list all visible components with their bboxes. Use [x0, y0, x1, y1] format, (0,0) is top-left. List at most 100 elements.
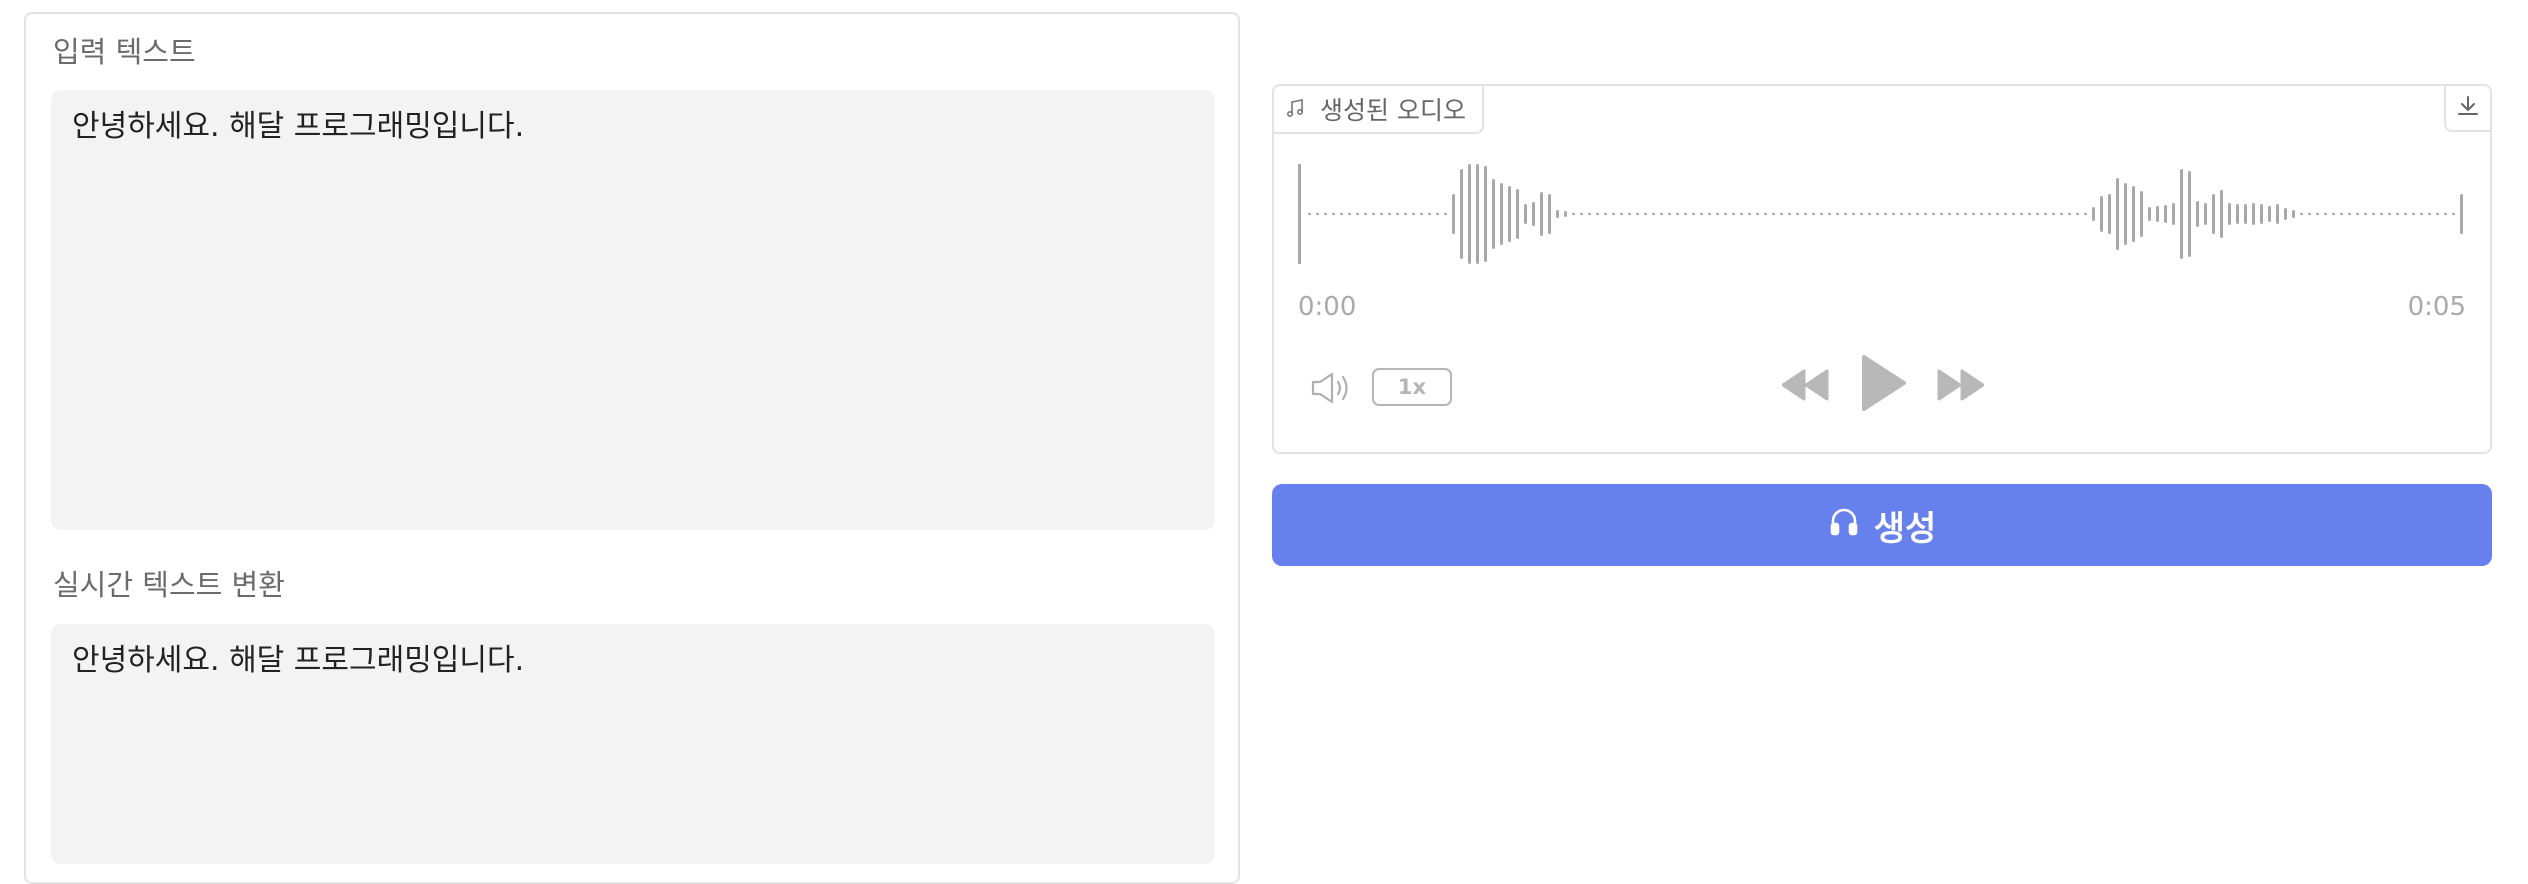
waveform-bar	[1556, 210, 1559, 218]
waveform-bar	[2028, 212, 2031, 216]
fast-forward-icon	[1936, 369, 1985, 406]
waveform-bar	[2364, 212, 2367, 216]
generate-button[interactable]: 생성	[1272, 484, 2492, 566]
waveform-bar	[1516, 189, 1519, 239]
waveform-bar	[1500, 183, 1503, 245]
waveform-bar	[2132, 186, 2135, 242]
waveform-bar	[1948, 212, 1951, 216]
waveform-bar	[2396, 212, 2399, 216]
waveform-bar	[1524, 204, 1527, 224]
waveform-bar	[2052, 212, 2055, 216]
volume-icon	[1310, 372, 1354, 410]
waveform-bar	[1636, 212, 1639, 216]
waveform-bar	[2156, 206, 2159, 222]
waveform-bar	[2460, 194, 2463, 234]
waveform-bar	[2012, 212, 2015, 216]
waveform-bar	[1308, 212, 1311, 216]
waveform-bar	[1860, 212, 1863, 216]
fast-forward-button[interactable]	[1936, 368, 1985, 406]
waveform-bar	[1820, 212, 1823, 216]
waveform-bar	[1436, 212, 1439, 216]
waveform-bar	[1412, 212, 1415, 216]
waveform-bar	[1620, 212, 1623, 216]
waveform-bar	[2452, 212, 2455, 216]
realtime-textarea[interactable]: 안녕하세요. 해달 프로그래밍입니다.	[51, 624, 1215, 864]
waveform-bar	[2068, 212, 2071, 216]
generate-button-label: 생성	[1873, 508, 1937, 549]
download-icon	[2456, 94, 2480, 122]
play-button[interactable]	[1860, 354, 1908, 416]
playback-speed-button[interactable]: 1x	[1372, 368, 1452, 406]
waveform-bar	[2300, 212, 2303, 216]
duration-time: 0:05	[2407, 292, 2466, 322]
waveform-bar	[2332, 212, 2335, 216]
waveform-bar	[1380, 212, 1383, 216]
waveform-bar	[2428, 212, 2431, 216]
waveform-bar	[2236, 204, 2239, 224]
audio-tab-label: 생성된 오디오	[1320, 96, 1466, 125]
audio-tab: 생성된 오디오	[1274, 86, 1484, 134]
waveform-bar	[1492, 179, 1495, 249]
waveform-bar	[1708, 212, 1711, 216]
waveform-bar	[2084, 212, 2087, 216]
waveform-bar	[1724, 212, 1727, 216]
waveform-bar	[2404, 212, 2407, 216]
audio-player: 생성된 오디오 0:00 0:05 1x	[1272, 84, 2492, 454]
waveform-bar	[2108, 194, 2111, 234]
waveform-bar	[2044, 212, 2047, 216]
waveform-bar	[1348, 212, 1351, 216]
waveform-bar	[2020, 212, 2023, 216]
waveform-bar	[1924, 212, 1927, 216]
waveform-bar	[2164, 205, 2167, 223]
waveform-bar	[1692, 212, 1695, 216]
audio-waveform[interactable]	[1298, 160, 2470, 268]
waveform-bar	[1972, 212, 1975, 216]
waveform-bar	[1772, 212, 1775, 216]
waveform-bar	[1828, 212, 1831, 216]
waveform-bar	[2372, 212, 2375, 216]
download-button[interactable]	[2444, 86, 2490, 132]
waveform-bar	[1780, 212, 1783, 216]
waveform-bar	[1644, 212, 1647, 216]
waveform-bar	[2060, 212, 2063, 216]
waveform-bar	[2444, 212, 2447, 216]
waveform-bar	[1356, 212, 1359, 216]
waveform-bar	[1916, 212, 1919, 216]
waveform-bar	[1740, 212, 1743, 216]
volume-button[interactable]	[1310, 370, 1354, 410]
waveform-bar	[1892, 212, 1895, 216]
headphones-icon	[1828, 505, 1860, 546]
waveform-bar	[1484, 166, 1487, 262]
rewind-button[interactable]	[1781, 368, 1830, 406]
waveform-bar	[1756, 212, 1759, 216]
waveform-bar	[2100, 196, 2103, 232]
waveform-bar	[1388, 212, 1391, 216]
waveform-bar	[2316, 212, 2319, 216]
waveform-bar	[1564, 211, 1567, 217]
waveform-bar	[1676, 212, 1679, 216]
waveform-bar	[1372, 212, 1375, 216]
input-textarea[interactable]: 안녕하세요. 해달 프로그래밍입니다.	[51, 90, 1215, 530]
waveform-bar	[2212, 194, 2215, 234]
waveform-bar	[1660, 212, 1663, 216]
waveform-bar	[2436, 212, 2439, 216]
waveform-bar	[2308, 212, 2311, 216]
waveform-bar	[1396, 212, 1399, 216]
waveform-bar	[1900, 212, 1903, 216]
waveform-bar	[1876, 212, 1879, 216]
waveform-bar	[2228, 203, 2231, 225]
waveform-bar	[2348, 212, 2351, 216]
waveform-bar	[1604, 212, 1607, 216]
waveform-bar	[1964, 212, 1967, 216]
waveform-bar	[1836, 212, 1839, 216]
waveform-bar	[2140, 191, 2143, 237]
music-note-icon	[1286, 95, 1306, 124]
waveform-bar	[1732, 212, 1735, 216]
waveform-bar	[2180, 169, 2183, 259]
waveform-bar	[2076, 212, 2079, 216]
waveform-bar	[1532, 202, 1535, 226]
waveform-bar	[2356, 212, 2359, 216]
waveform-bar	[2268, 206, 2271, 222]
waveform-bar	[2276, 204, 2279, 224]
waveform-bar	[2220, 190, 2223, 238]
